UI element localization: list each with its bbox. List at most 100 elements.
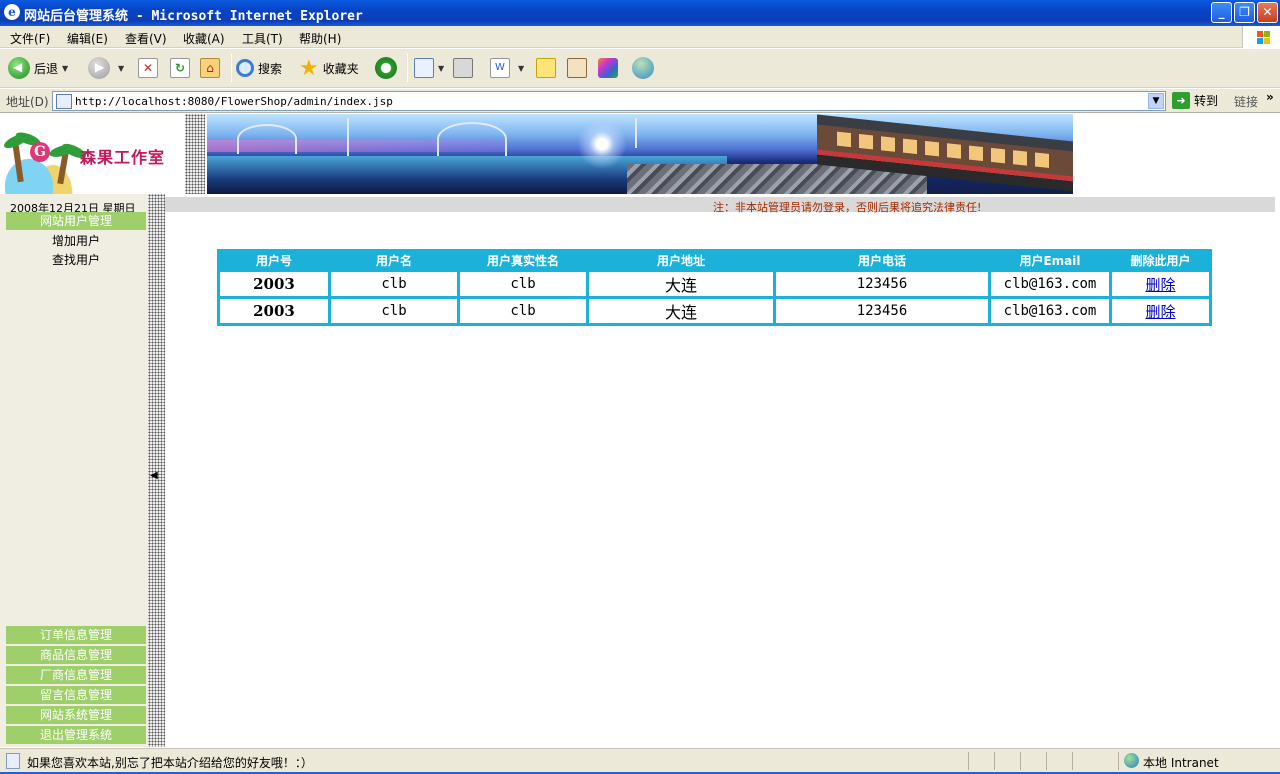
menu-help[interactable]: 帮助(H) [299,30,341,47]
sidebar-section-messages[interactable]: 留言信息管理 [6,686,146,704]
research-button[interactable] [567,55,591,81]
go-label: 转到 [1194,94,1219,108]
menu-tools[interactable]: 工具(T) [242,30,283,47]
edit-button[interactable]: W ▼ [490,55,524,81]
page-icon [56,94,72,109]
menu-bar: 文件(F) 编辑(E) 查看(V) 收藏(A) 工具(T) 帮助(H) [0,26,1280,48]
delete-user-link[interactable]: 删除 [1145,276,1175,294]
user-address-cell: 大连 [589,272,773,296]
user-phone-cell: 123456 [776,272,988,296]
user-email-cell: clb@163.com [991,272,1109,296]
address-field[interactable]: ▼ [52,91,1166,111]
favorites-label: 收藏夹 [322,61,359,76]
sidebar-item-add-user[interactable]: 增加用户 [52,232,100,249]
window-title-bar[interactable]: e 网站后台管理系统 - Microsoft Internet Explorer… [0,0,1280,26]
windows-logo-icon [1242,26,1280,48]
stop-icon: ✕ [138,58,158,78]
user-id-cell: 2003 [220,299,328,323]
status-divider [1046,752,1047,770]
status-divider [968,752,969,770]
delete-cell: 删除 [1112,299,1209,323]
column-header: 删除此用户 [1130,254,1191,268]
header-banner-image [207,114,1073,194]
toolbar-separator [231,54,232,82]
forward-dropdown-icon[interactable]: ▼ [118,64,124,73]
chevron-right-icon[interactable]: » [1266,90,1274,104]
delete-user-link[interactable]: 删除 [1145,303,1175,321]
users-icon [632,57,654,79]
user-real-name-cell: clb [460,299,586,323]
word-edit-icon: W [490,58,510,78]
print-button[interactable] [453,55,477,81]
search-button[interactable]: 搜索 [236,55,282,81]
refresh-icon: ↻ [170,58,190,78]
sidebar-section-vendors[interactable]: 厂商信息管理 [6,666,146,684]
table-row: 2003 clb clb 大连 123456 clb@163.com 删除 [220,272,1209,296]
web-page: G 森果工作室 2008年12月21日 星期日 网站用户管理 增加用户 查找用户… [0,114,1280,747]
sidebar-section-user-management[interactable]: 网站用户管理 [6,212,146,230]
status-divider [994,752,995,770]
sidebar-section-orders[interactable]: 订单信息管理 [6,626,146,644]
logo-text: 森果工作室 [80,148,166,167]
address-dropdown-icon[interactable]: ▼ [1148,93,1164,109]
menu-favorites[interactable]: 收藏(A) [183,30,225,47]
user-name-cell: clb [331,299,457,323]
column-header: 用户号 [255,254,292,268]
favorites-button[interactable]: ★ 收藏夹 [299,55,359,81]
go-button[interactable]: ➜ 转到 [1172,92,1218,109]
mail-dropdown-icon[interactable]: ▼ [438,64,444,73]
menu-file[interactable]: 文件(F) [10,30,50,47]
close-button[interactable]: ✕ [1257,2,1278,23]
discuss-button[interactable] [536,55,560,81]
table-row: 2003 clb clb 大连 123456 clb@163.com 删除 [220,299,1209,323]
column-header: 用户电话 [857,254,906,268]
address-label: 地址(D) [6,95,49,109]
minimize-button[interactable]: _ [1211,2,1232,23]
user-real-name-cell: clb [460,272,586,296]
column-header: 用户真实性名 [486,254,559,268]
status-divider [1118,752,1119,770]
star-icon: ★ [299,55,319,81]
user-table: 用户号 用户名 用户真实性名 用户地址 用户电话 用户Email 删除此用户 2… [217,249,1212,326]
back-dropdown-icon[interactable]: ▼ [62,64,68,73]
url-input[interactable] [75,94,1141,109]
refresh-button[interactable]: ↻ [170,55,194,81]
sidebar: 2008年12月21日 星期日 网站用户管理 增加用户 查找用户 订单信息管理 … [0,194,148,747]
menu-view[interactable]: 查看(V) [125,30,167,47]
messenger-button[interactable] [598,55,622,81]
forward-button[interactable]: ▼ [88,55,124,81]
delete-cell: 删除 [1112,272,1209,296]
sidebar-item-find-user[interactable]: 查找用户 [52,251,100,268]
links-label[interactable]: 链接 [1234,93,1258,110]
back-label: 后退 [34,61,59,76]
window-title: 网站后台管理系统 - Microsoft Internet Explorer [24,9,363,24]
back-button[interactable]: 后退 ▼ [8,55,68,81]
research-icon [567,58,587,78]
status-bar: 如果您喜欢本站,别忘了把本站介绍给您的好友哦！：） 本地 Intranet [0,748,1280,774]
history-button[interactable] [375,55,401,81]
home-button[interactable]: ⌂ [200,55,224,81]
users-button[interactable] [632,55,658,81]
user-email-cell: clb@163.com [991,299,1109,323]
notice-bar: 注：非本站管理员请勿登录，否则后果将追究法律责任! [165,197,1275,214]
menu-edit[interactable]: 编辑(E) [67,30,108,47]
mail-icon [414,58,434,78]
status-text: 如果您喜欢本站,别忘了把本站介绍给您的好友哦！：） [27,756,313,770]
column-header: 用户名 [375,254,412,268]
user-address-cell: 大连 [589,299,773,323]
collapse-left-icon[interactable]: ◀ [150,470,158,481]
search-label: 搜索 [258,61,283,76]
back-arrow-icon [8,57,30,79]
column-header: 用户Email [1019,254,1081,268]
sidebar-section-logout[interactable]: 退出管理系统 [6,726,146,744]
edit-dropdown-icon[interactable]: ▼ [518,64,524,73]
ie-app-icon: e [4,4,20,20]
mail-button[interactable]: ▼ [414,55,444,81]
forward-arrow-icon [88,57,110,79]
print-icon [453,58,473,78]
maximize-button[interactable]: ❐ [1234,2,1255,23]
home-icon: ⌂ [200,58,220,78]
sidebar-section-system[interactable]: 网站系统管理 [6,706,146,724]
stop-button[interactable]: ✕ [138,55,162,81]
sidebar-section-products[interactable]: 商品信息管理 [6,646,146,664]
